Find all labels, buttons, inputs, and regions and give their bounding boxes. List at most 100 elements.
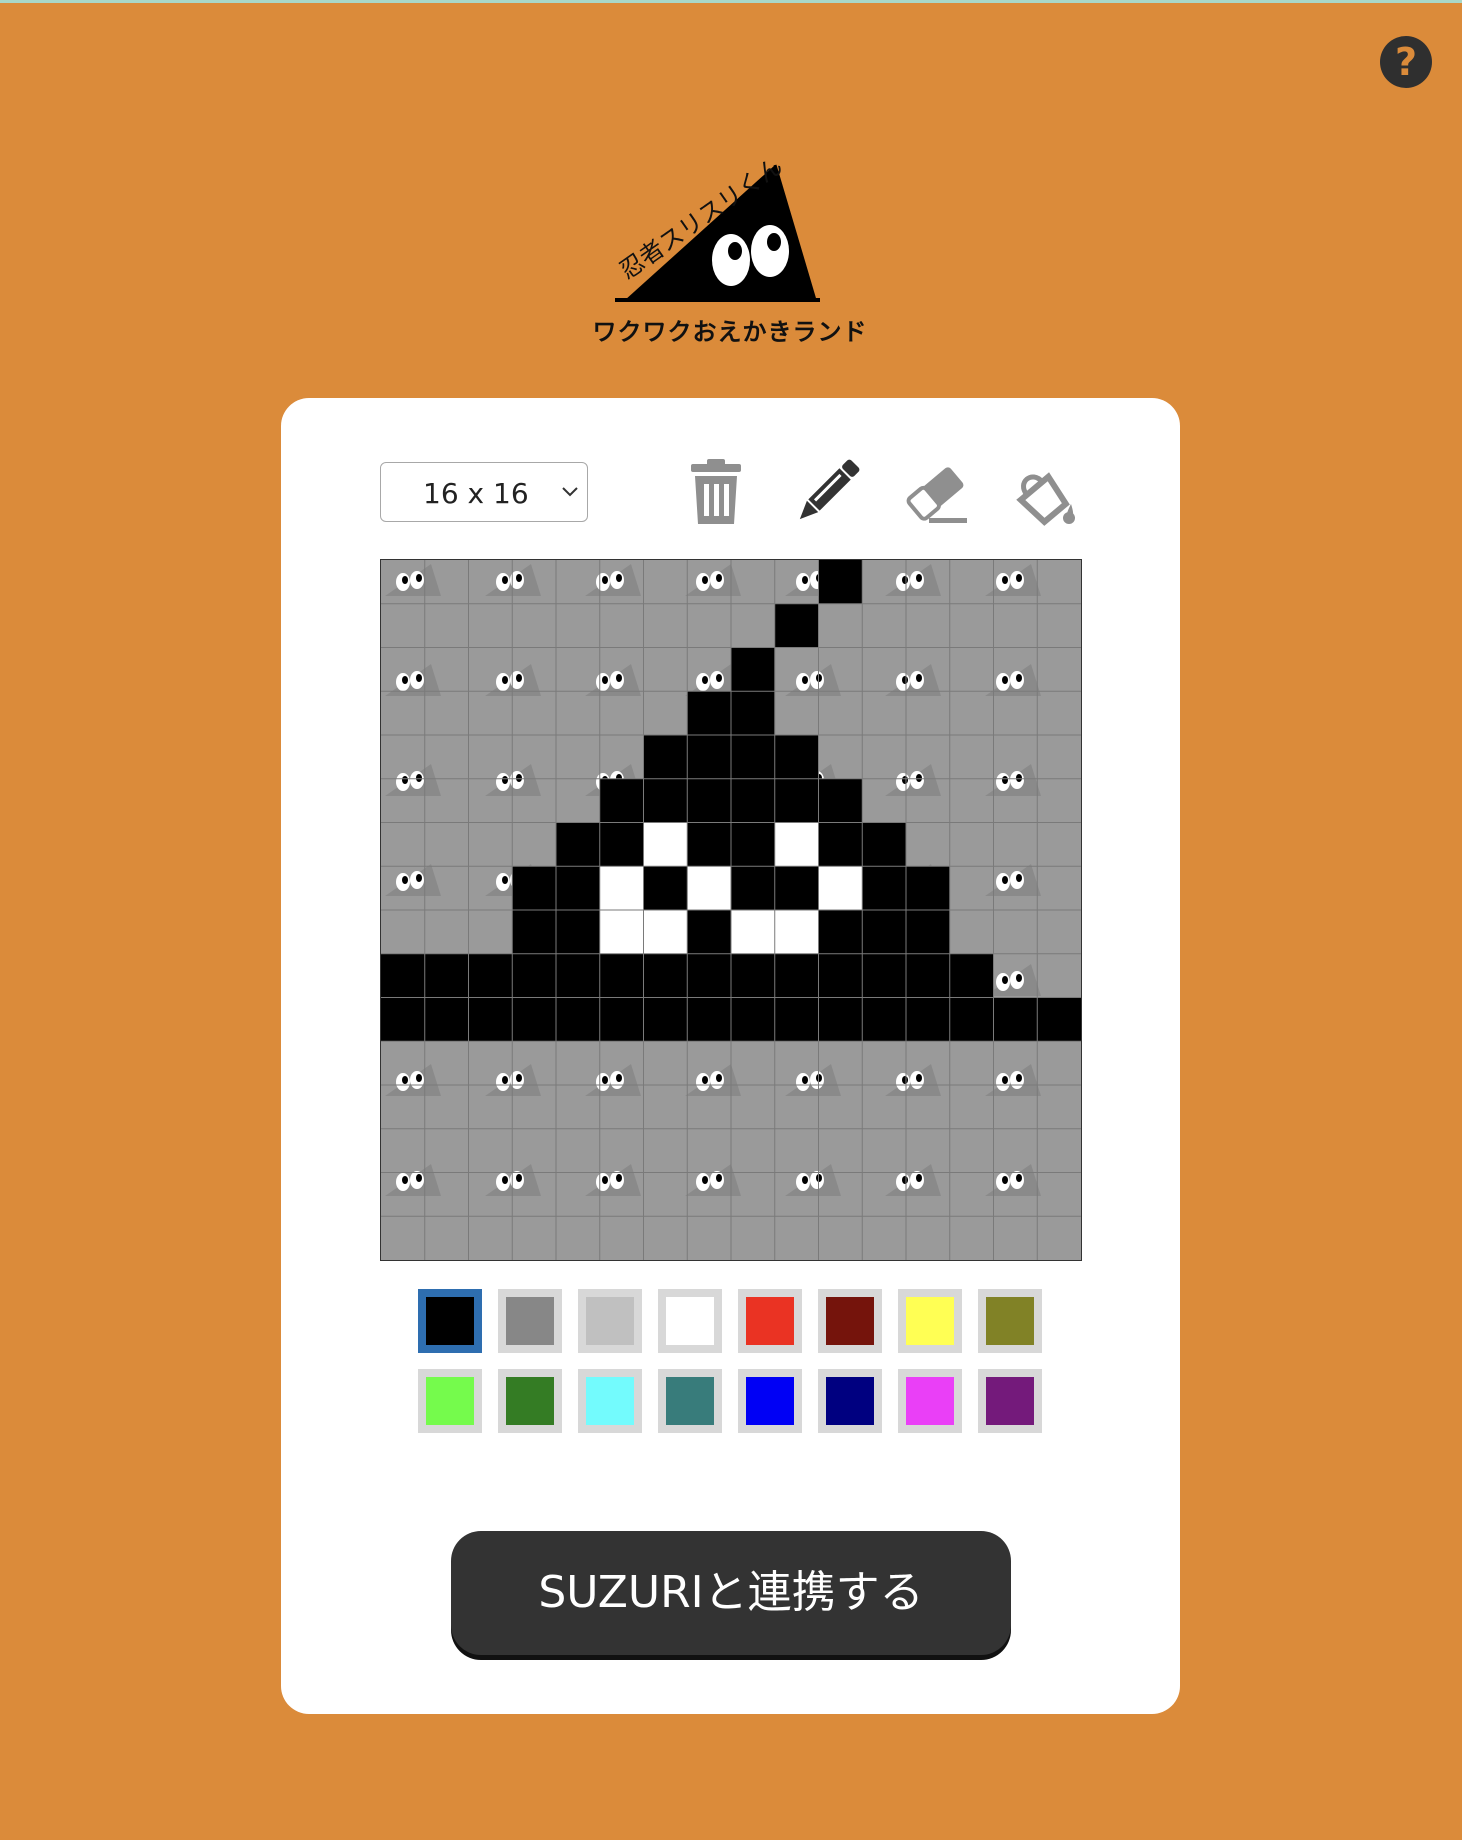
pixel-cell[interactable] xyxy=(643,953,688,998)
pixel-cell[interactable] xyxy=(774,822,819,867)
pixel-cell[interactable] xyxy=(643,822,688,867)
pixel-cell[interactable] xyxy=(731,822,775,867)
pixel-cell[interactable] xyxy=(643,778,688,823)
pixel-cell[interactable] xyxy=(556,953,600,998)
pixel-cell[interactable] xyxy=(731,691,775,735)
palette-swatch[interactable] xyxy=(658,1289,722,1353)
palette-swatch[interactable] xyxy=(978,1369,1042,1433)
pixel-cell[interactable] xyxy=(818,866,863,910)
pixel-cell[interactable] xyxy=(512,910,556,954)
palette-swatch[interactable] xyxy=(418,1289,482,1353)
pixel-cell[interactable] xyxy=(424,953,469,998)
palette-swatch[interactable] xyxy=(818,1369,882,1433)
pixel-cell[interactable] xyxy=(643,910,688,954)
pixel-cell[interactable] xyxy=(731,866,775,910)
trash-icon[interactable] xyxy=(681,458,751,528)
pixel-cell[interactable] xyxy=(687,910,731,954)
pixel-cell[interactable] xyxy=(906,953,950,998)
pixel-cell[interactable] xyxy=(774,866,819,910)
pixel-cell[interactable] xyxy=(731,647,775,692)
pixel-cell[interactable] xyxy=(1037,997,1081,1042)
pixel-cell[interactable] xyxy=(774,997,819,1042)
pixel-cell[interactable] xyxy=(556,822,600,867)
pixel-cell[interactable] xyxy=(599,778,644,823)
pixel-cell[interactable] xyxy=(949,997,994,1042)
palette-swatch[interactable] xyxy=(498,1289,562,1353)
pixel-cell[interactable] xyxy=(862,822,906,867)
pixel-cell[interactable] xyxy=(687,691,731,735)
pixel-cell[interactable] xyxy=(774,953,819,998)
pixel-cell[interactable] xyxy=(512,953,556,998)
pixel-cell[interactable] xyxy=(818,560,863,604)
pencil-icon[interactable] xyxy=(791,458,861,528)
pixel-cell[interactable] xyxy=(862,953,906,998)
pixel-cell[interactable] xyxy=(599,866,644,910)
palette-swatch[interactable] xyxy=(898,1289,962,1353)
top-border xyxy=(0,0,1462,3)
palette-swatch[interactable] xyxy=(738,1289,802,1353)
canvas-size-select[interactable]: 16 x 16 xyxy=(380,462,588,522)
pixel-cell[interactable] xyxy=(818,997,863,1042)
pixel-cell[interactable] xyxy=(599,822,644,867)
eraser-icon[interactable] xyxy=(901,458,971,528)
pixel-cell[interactable] xyxy=(381,997,425,1042)
palette-swatch[interactable] xyxy=(898,1369,962,1433)
palette-swatch[interactable] xyxy=(578,1289,642,1353)
palette-swatch[interactable] xyxy=(978,1289,1042,1353)
pixel-cell[interactable] xyxy=(906,910,950,954)
palette-swatch[interactable] xyxy=(658,1369,722,1433)
pixel-cell[interactable] xyxy=(468,953,513,998)
pixel-grid[interactable] xyxy=(381,560,1081,1260)
pixel-cell[interactable] xyxy=(774,778,819,823)
pixel-cell[interactable] xyxy=(687,778,731,823)
pixel-cell[interactable] xyxy=(512,997,556,1042)
pixel-cell[interactable] xyxy=(643,866,688,910)
pixel-cell[interactable] xyxy=(556,910,600,954)
help-icon[interactable]: ? xyxy=(1380,36,1432,88)
pixel-cell[interactable] xyxy=(643,997,688,1042)
pixel-cell[interactable] xyxy=(731,953,775,998)
pixel-cell[interactable] xyxy=(643,735,688,779)
pixel-cell[interactable] xyxy=(731,997,775,1042)
palette-swatch[interactable] xyxy=(498,1369,562,1433)
pixel-cell[interactable] xyxy=(731,910,775,954)
pixel-cell[interactable] xyxy=(556,997,600,1042)
pixel-cell[interactable] xyxy=(687,997,731,1042)
pixel-cell[interactable] xyxy=(774,910,819,954)
palette-swatch[interactable] xyxy=(738,1369,802,1433)
pixel-cell[interactable] xyxy=(993,997,1038,1042)
pixel-cell[interactable] xyxy=(731,778,775,823)
pixel-cell[interactable] xyxy=(774,603,819,648)
pixel-cell[interactable] xyxy=(949,953,994,998)
pixel-cell[interactable] xyxy=(468,997,513,1042)
pixel-cell[interactable] xyxy=(381,953,425,998)
pixel-cell[interactable] xyxy=(862,997,906,1042)
pixel-cell[interactable] xyxy=(556,866,600,910)
pixel-cell[interactable] xyxy=(818,778,863,823)
palette-swatch[interactable] xyxy=(418,1369,482,1433)
pixel-cell[interactable] xyxy=(906,997,950,1042)
palette-swatch[interactable] xyxy=(578,1369,642,1433)
pixel-canvas[interactable] xyxy=(380,559,1082,1261)
logo-subtitle: ワクワクおえかきランド xyxy=(592,318,868,346)
pixel-cell[interactable] xyxy=(774,735,819,779)
pixel-cell[interactable] xyxy=(687,735,731,779)
pixel-cell[interactable] xyxy=(818,953,863,998)
pixel-cell[interactable] xyxy=(599,997,644,1042)
pixel-cell[interactable] xyxy=(818,910,863,954)
paint-bucket-icon[interactable] xyxy=(1011,458,1081,528)
palette-swatch[interactable] xyxy=(818,1289,882,1353)
pixel-cell[interactable] xyxy=(512,866,556,910)
suzuri-connect-button[interactable]: SUZURIと連携する xyxy=(451,1531,1011,1655)
pixel-cell[interactable] xyxy=(599,910,644,954)
pixel-cell[interactable] xyxy=(599,953,644,998)
pixel-cell[interactable] xyxy=(862,910,906,954)
pixel-cell[interactable] xyxy=(424,997,469,1042)
pixel-cell[interactable] xyxy=(906,866,950,910)
pixel-cell[interactable] xyxy=(731,735,775,779)
pixel-cell[interactable] xyxy=(818,822,863,867)
pixel-cell[interactable] xyxy=(687,822,731,867)
pixel-cell[interactable] xyxy=(687,953,731,998)
pixel-cell[interactable] xyxy=(687,866,731,910)
pixel-cell[interactable] xyxy=(862,866,906,910)
